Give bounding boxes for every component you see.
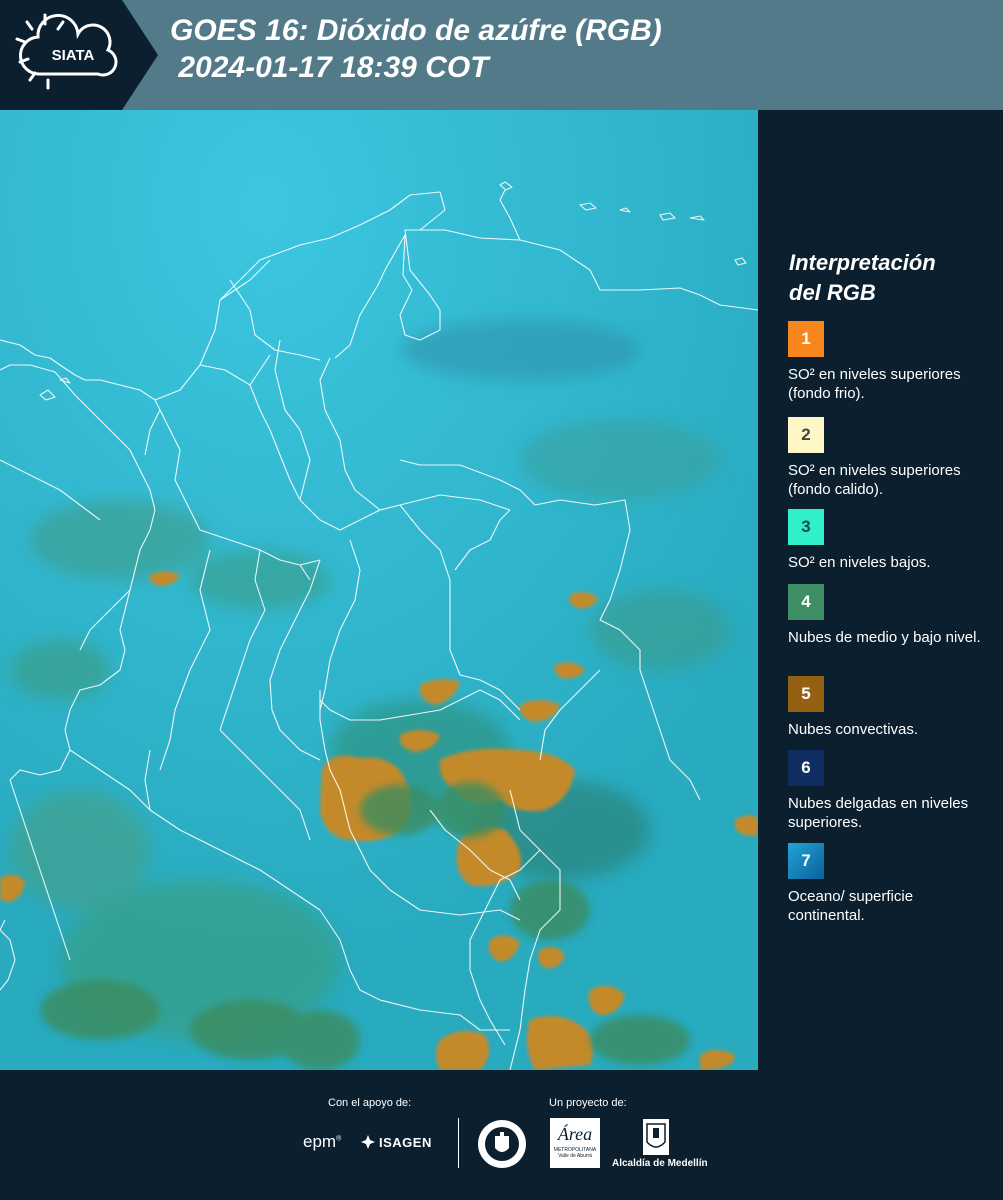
satellite-map[interactable]: [0, 110, 758, 1070]
legend-label: SO² en niveles superiores (fondo calido)…: [788, 462, 961, 498]
project-label: Un proyecto de:: [549, 1097, 627, 1109]
legend-label: Nubes convectivas.: [788, 721, 919, 738]
siata-sun-logo-icon: SIATA: [15, 13, 118, 90]
alcaldia-label: Alcaldía de Medellín: [612, 1158, 708, 1169]
footer-divider: [458, 1118, 459, 1168]
legend-swatch: 5: [788, 676, 824, 712]
legend-label: Oceano/ superficie continental.: [788, 888, 914, 924]
legend-panel: Interpretación del RGB 1 SO² en niveles …: [758, 110, 1003, 1070]
page-title: GOES 16: Dióxido de azúfre (RGB) 2024-01…: [170, 12, 662, 86]
legend-swatch: 6: [788, 750, 824, 786]
legend-item: 1 SO² en niveles superiores (fondo frio)…: [788, 321, 993, 403]
legend-swatch: 4: [788, 584, 824, 620]
legend-item: 7 Oceano/ superficie continental.: [788, 843, 993, 925]
legend-swatch: 1: [788, 321, 824, 357]
footer: Con el apoyo de: Un proyecto de: epm® IS…: [0, 1070, 1003, 1200]
isagen-logo: ISAGEN: [360, 1134, 432, 1150]
isagen-logo-text: ISAGEN: [379, 1134, 432, 1150]
legend-label: Nubes de medio y bajo nivel.: [788, 629, 981, 646]
title-line-datetime: 2024-01-17 18:39 COT: [170, 51, 489, 84]
legend-item: 3 SO² en niveles bajos.: [788, 509, 993, 572]
area-logo-subtitle2: Valle de Aburrá: [558, 1153, 592, 1159]
alcaldia-shield-icon: [643, 1119, 669, 1155]
siata-logo-text: SIATA: [52, 47, 95, 64]
area-metropolitana-logo: Área METROPOLITANA Valle de Aburrá: [550, 1118, 600, 1168]
legend-item: 5 Nubes convectivas.: [788, 676, 993, 739]
header-bar: SIATA GOES 16: Dióxido de azúfre (RGB) 2…: [0, 0, 1003, 110]
legend-label: SO² en niveles superiores (fondo frio).: [788, 366, 961, 402]
epm-logo: epm®: [303, 1132, 342, 1151]
legend-title-line1: Interpretación: [789, 250, 936, 275]
legend-swatch: 7: [788, 843, 824, 879]
support-label: Con el apoyo de:: [328, 1097, 412, 1109]
legend-item: 6 Nubes delgadas en niveles superiores.: [788, 750, 993, 832]
isagen-mark-icon: [361, 1135, 375, 1149]
medellin-seal-icon: [478, 1120, 526, 1168]
legend-item: 4 Nubes de medio y bajo nivel.: [788, 584, 993, 647]
legend-title-line2: del RGB: [789, 280, 876, 305]
legend-label: SO² en niveles bajos.: [788, 554, 931, 571]
legend-item: 2 SO² en niveles superiores (fondo calid…: [788, 417, 993, 499]
legend-swatch: 3: [788, 509, 824, 545]
epm-logo-text: epm: [303, 1132, 337, 1151]
legend-swatch: 2: [788, 417, 824, 453]
satellite-image: [0, 110, 758, 1070]
area-logo-title: Área: [557, 1124, 593, 1144]
legend-title: Interpretación del RGB: [789, 248, 989, 308]
siata-logo: SIATA: [0, 0, 158, 110]
legend-label: Nubes delgadas en niveles superiores.: [788, 795, 969, 831]
title-line-product: GOES 16: Dióxido de azúfre (RGB): [170, 14, 662, 47]
